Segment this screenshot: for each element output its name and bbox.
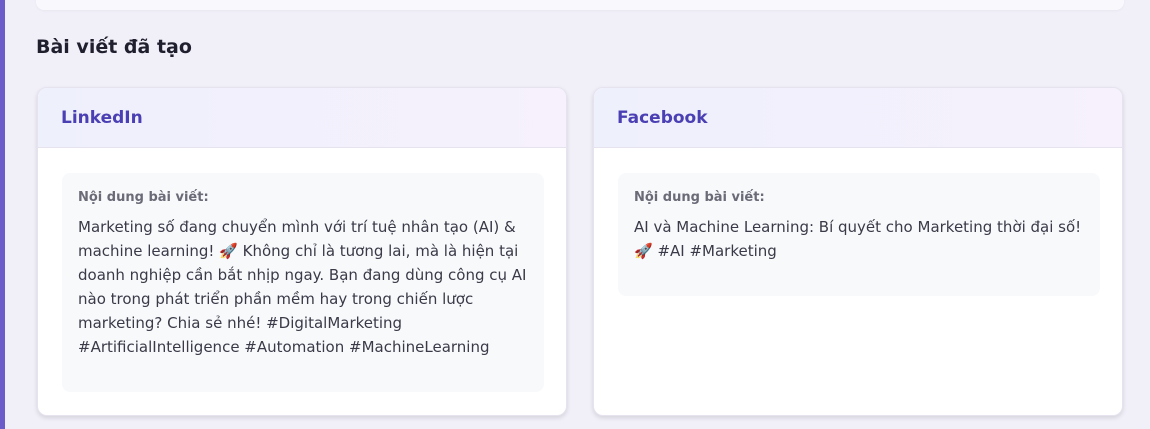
post-card-linkedin: LinkedIn Nội dung bài viết: Marketing số… <box>37 87 567 416</box>
page: Bài viết đã tạo LinkedIn Nội dung bài vi… <box>0 0 1150 429</box>
card-header: Facebook <box>594 88 1122 148</box>
previous-panel <box>36 0 1124 10</box>
platform-title: LinkedIn <box>61 107 143 128</box>
post-content-text: AI và Machine Learning: Bí quyết cho Mar… <box>634 218 1082 260</box>
content-label: Nội dung bài viết: <box>78 190 209 205</box>
section-title: Bài viết đã tạo <box>36 36 192 58</box>
platform-title: Facebook <box>617 107 708 128</box>
post-content-text: Marketing số đang chuyển mình với trí tu… <box>78 218 527 356</box>
card-header: LinkedIn <box>38 88 566 148</box>
content-label: Nội dung bài viết: <box>634 190 765 205</box>
post-content-box: Nội dung bài viết: Marketing số đang chu… <box>62 173 544 392</box>
left-accent-bar <box>0 0 5 429</box>
post-content-box: Nội dung bài viết: AI và Machine Learnin… <box>618 173 1100 296</box>
post-card-facebook: Facebook Nội dung bài viết: AI và Machin… <box>593 87 1123 416</box>
